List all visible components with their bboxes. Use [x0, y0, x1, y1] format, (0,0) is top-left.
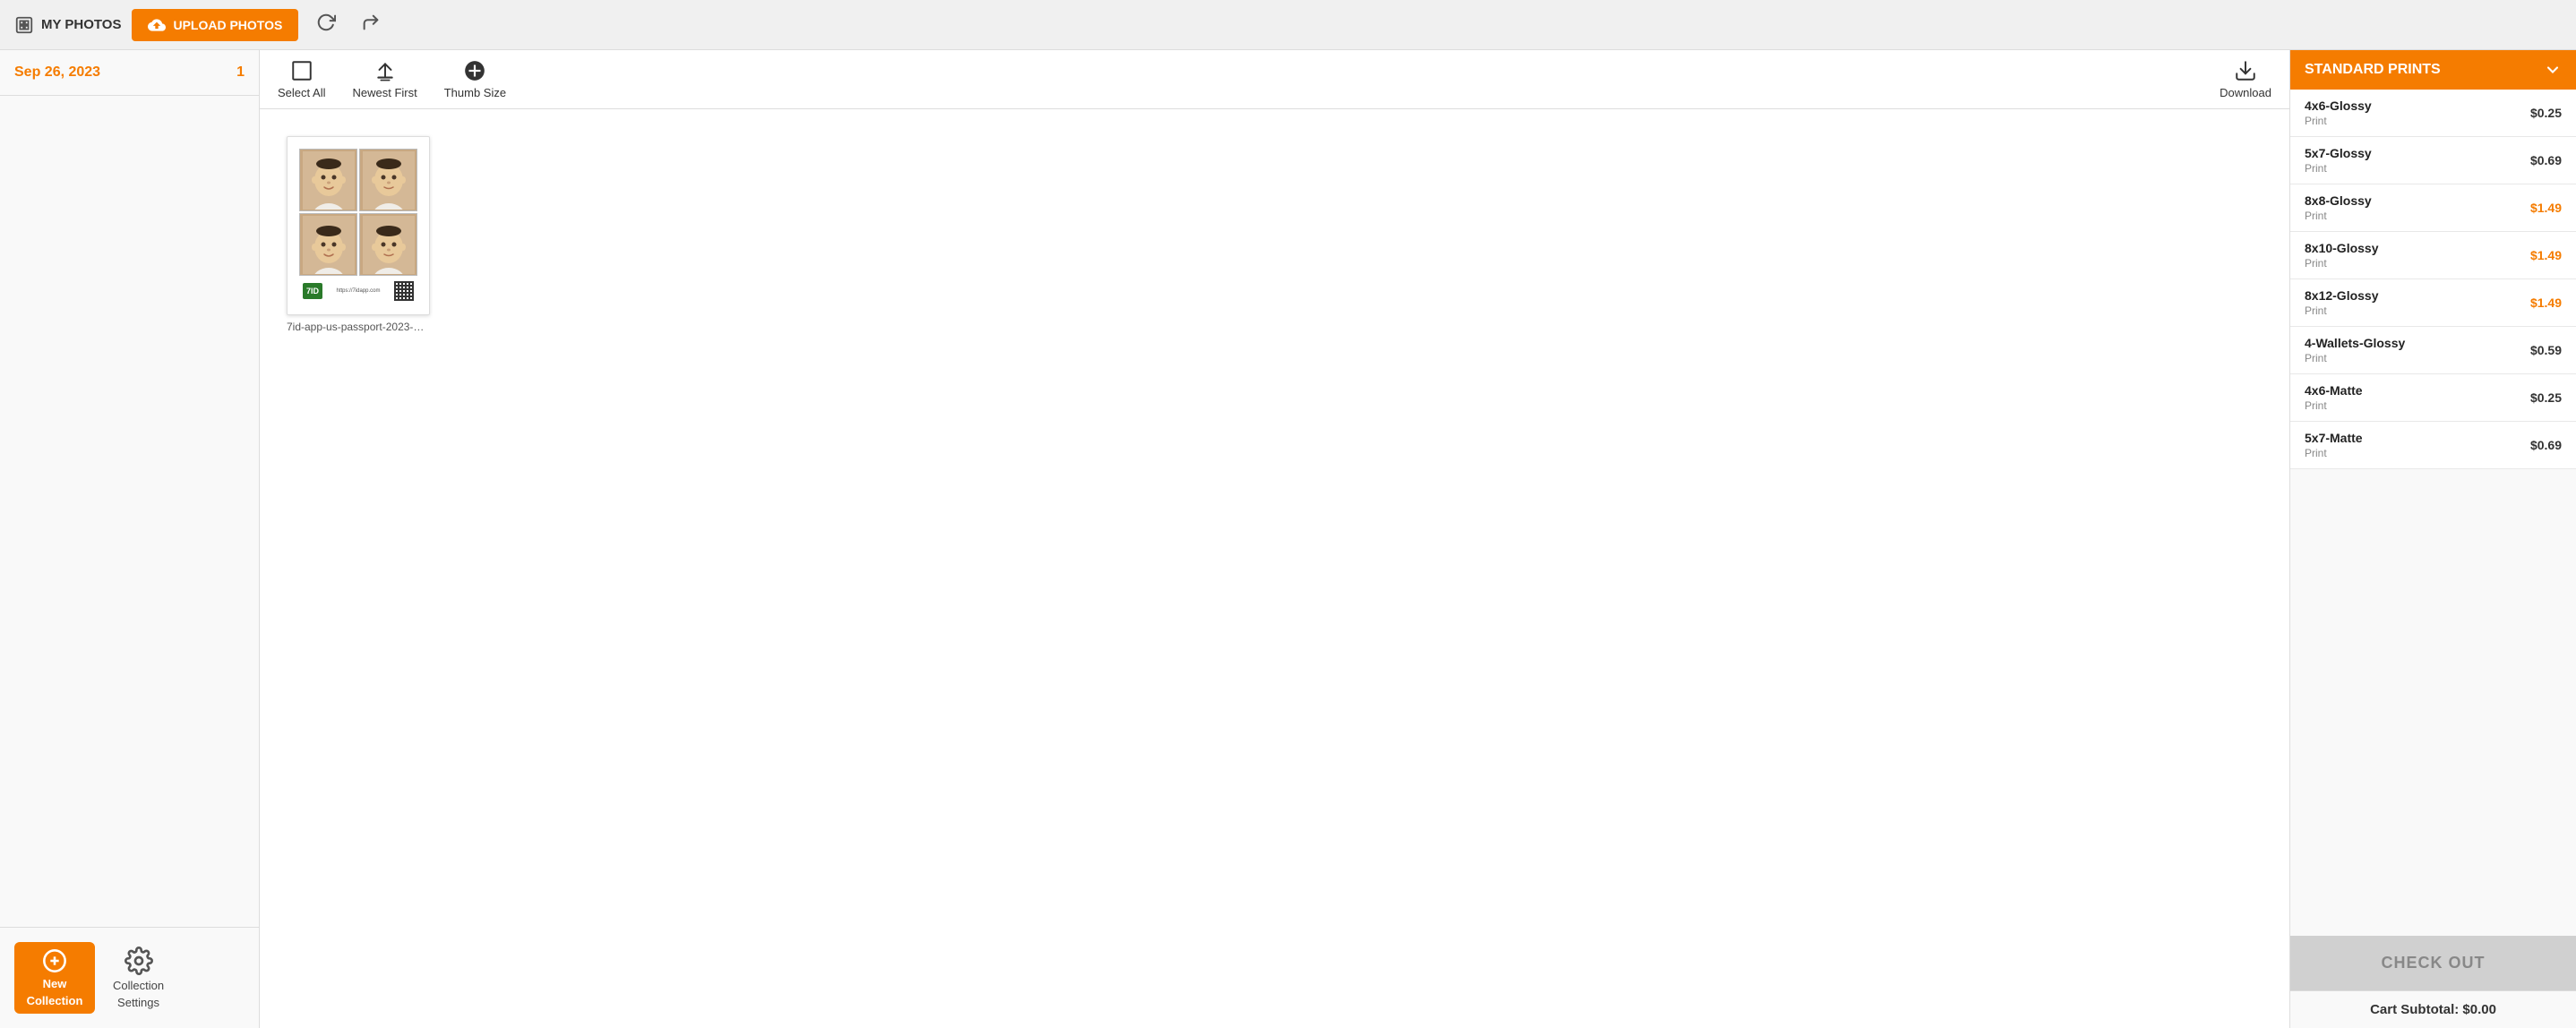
- print-info: 8x8-Glossy Print: [2305, 193, 2372, 222]
- print-info: 4x6-Glossy Print: [2305, 99, 2372, 127]
- prints-header[interactable]: STANDARD PRINTS: [2290, 50, 2576, 90]
- print-type: Print: [2305, 352, 2405, 364]
- collection-settings-line2: Settings: [117, 996, 159, 1009]
- print-type: Print: [2305, 162, 2372, 175]
- print-name: 4-Wallets-Glossy: [2305, 336, 2405, 350]
- newest-first-button[interactable]: Newest First: [352, 59, 416, 99]
- collection-settings-button[interactable]: Collection Settings: [113, 947, 164, 1009]
- toolbar: Select All Newest First Thumb Size: [260, 50, 2289, 109]
- collection-settings-line1: Collection: [113, 979, 164, 992]
- passport-photo-3: [299, 213, 357, 276]
- print-price: $0.25: [2530, 106, 2562, 120]
- passport-photo-2: [359, 149, 417, 211]
- print-type: Print: [2305, 447, 2363, 459]
- prints-list: 4x6-Glossy Print $0.25 5x7-Glossy Print …: [2290, 90, 2576, 936]
- photo-thumb[interactable]: 7ID https://7idapp.com 7id-app-us-passpo…: [287, 136, 430, 333]
- share-button[interactable]: [354, 9, 388, 41]
- new-collection-line2: Collection: [27, 994, 83, 1007]
- print-info: 8x12-Glossy Print: [2305, 288, 2379, 317]
- print-name: 4x6-Glossy: [2305, 99, 2372, 113]
- print-name: 4x6-Matte: [2305, 383, 2363, 398]
- print-item[interactable]: 4-Wallets-Glossy Print $0.59: [2290, 327, 2576, 374]
- passport-sheet: 7ID https://7idapp.com: [296, 145, 421, 306]
- newest-first-label: Newest First: [352, 86, 416, 99]
- left-sidebar: Sep 26, 2023 1 New Collection Collection: [0, 50, 260, 1028]
- date-label: Sep 26, 2023: [14, 64, 100, 81]
- photo-grid: 7ID https://7idapp.com 7id-app-us-passpo…: [260, 109, 2289, 1028]
- print-type: Print: [2305, 304, 2379, 317]
- upload-photos-button[interactable]: UPLOAD PHOTOS: [132, 9, 298, 41]
- refresh-icon: [316, 13, 336, 32]
- date-count: 1: [236, 64, 245, 81]
- content-area: Select All Newest First Thumb Size: [260, 50, 2289, 1028]
- print-name: 8x10-Glossy: [2305, 241, 2379, 255]
- passport-url: https://7idapp.com: [336, 288, 380, 294]
- my-photos-button[interactable]: MY PHOTOS: [14, 15, 121, 35]
- photo-label: 7id-app-us-passport-2023-09...: [287, 321, 430, 333]
- cart-subtotal: Cart Subtotal: $0.00: [2290, 990, 2576, 1028]
- print-type: Print: [2305, 257, 2379, 270]
- print-info: 5x7-Glossy Print: [2305, 146, 2372, 175]
- print-name: 8x12-Glossy: [2305, 288, 2379, 303]
- print-item[interactable]: 4x6-Glossy Print $0.25: [2290, 90, 2576, 137]
- checkout-button[interactable]: CHECK OUT: [2290, 936, 2576, 990]
- top-header: MY PHOTOS UPLOAD PHOTOS: [0, 0, 2576, 50]
- print-type: Print: [2305, 399, 2363, 412]
- cloud-upload-icon: [148, 16, 166, 34]
- select-all-icon: [290, 59, 313, 82]
- download-button[interactable]: Download: [2220, 59, 2271, 99]
- chevron-down-icon: [2544, 61, 2562, 79]
- thumb-size-label: Thumb Size: [444, 86, 506, 99]
- print-item[interactable]: 8x12-Glossy Print $1.49: [2290, 279, 2576, 327]
- print-price: $0.69: [2530, 438, 2562, 452]
- download-icon: [2234, 59, 2257, 82]
- my-photos-label: MY PHOTOS: [41, 17, 121, 32]
- print-info: 5x7-Matte Print: [2305, 431, 2363, 459]
- home-icon: [14, 15, 34, 35]
- select-all-label: Select All: [278, 86, 325, 99]
- sort-icon: [374, 59, 397, 82]
- thumb-size-button[interactable]: Thumb Size: [444, 59, 506, 99]
- photo-image: 7ID https://7idapp.com: [287, 136, 430, 315]
- print-name: 5x7-Matte: [2305, 431, 2363, 445]
- plus-circle-icon: [42, 948, 67, 973]
- select-all-button[interactable]: Select All: [278, 59, 325, 99]
- print-type: Print: [2305, 210, 2372, 222]
- new-collection-line1: New: [43, 977, 67, 990]
- checkout-section: CHECK OUT: [2290, 936, 2576, 990]
- print-price: $1.49: [2530, 296, 2562, 310]
- print-item[interactable]: 8x10-Glossy Print $1.49: [2290, 232, 2576, 279]
- print-item[interactable]: 4x6-Matte Print $0.25: [2290, 374, 2576, 422]
- print-price: $0.59: [2530, 343, 2562, 357]
- date-section: Sep 26, 2023 1: [0, 50, 259, 96]
- share-icon: [361, 13, 381, 32]
- print-name: 8x8-Glossy: [2305, 193, 2372, 208]
- passport-logo: 7ID: [303, 283, 322, 299]
- gear-icon: [125, 947, 153, 975]
- print-price: $1.49: [2530, 201, 2562, 215]
- thumb-size-icon: [463, 59, 486, 82]
- prints-header-label: STANDARD PRINTS: [2305, 62, 2441, 78]
- download-label: Download: [2220, 86, 2271, 99]
- print-info: 4x6-Matte Print: [2305, 383, 2363, 412]
- sidebar-bottom: New Collection Collection Settings: [0, 927, 259, 1028]
- passport-photo-4: [359, 213, 417, 276]
- print-info: 8x10-Glossy Print: [2305, 241, 2379, 270]
- passport-photo-1: [299, 149, 357, 211]
- print-type: Print: [2305, 115, 2372, 127]
- print-item[interactable]: 5x7-Matte Print $0.69: [2290, 422, 2576, 469]
- main-layout: Sep 26, 2023 1 New Collection Collection: [0, 50, 2576, 1028]
- passport-qr: [394, 281, 414, 301]
- new-collection-button[interactable]: New Collection: [14, 942, 95, 1014]
- print-item[interactable]: 8x8-Glossy Print $1.49: [2290, 184, 2576, 232]
- print-item[interactable]: 5x7-Glossy Print $0.69: [2290, 137, 2576, 184]
- refresh-button[interactable]: [309, 9, 343, 41]
- print-price: $1.49: [2530, 248, 2562, 262]
- print-info: 4-Wallets-Glossy Print: [2305, 336, 2405, 364]
- print-price: $0.25: [2530, 390, 2562, 405]
- upload-photos-label: UPLOAD PHOTOS: [173, 18, 282, 32]
- print-price: $0.69: [2530, 153, 2562, 167]
- print-name: 5x7-Glossy: [2305, 146, 2372, 160]
- right-sidebar: STANDARD PRINTS 4x6-Glossy Print $0.25 5…: [2289, 50, 2576, 1028]
